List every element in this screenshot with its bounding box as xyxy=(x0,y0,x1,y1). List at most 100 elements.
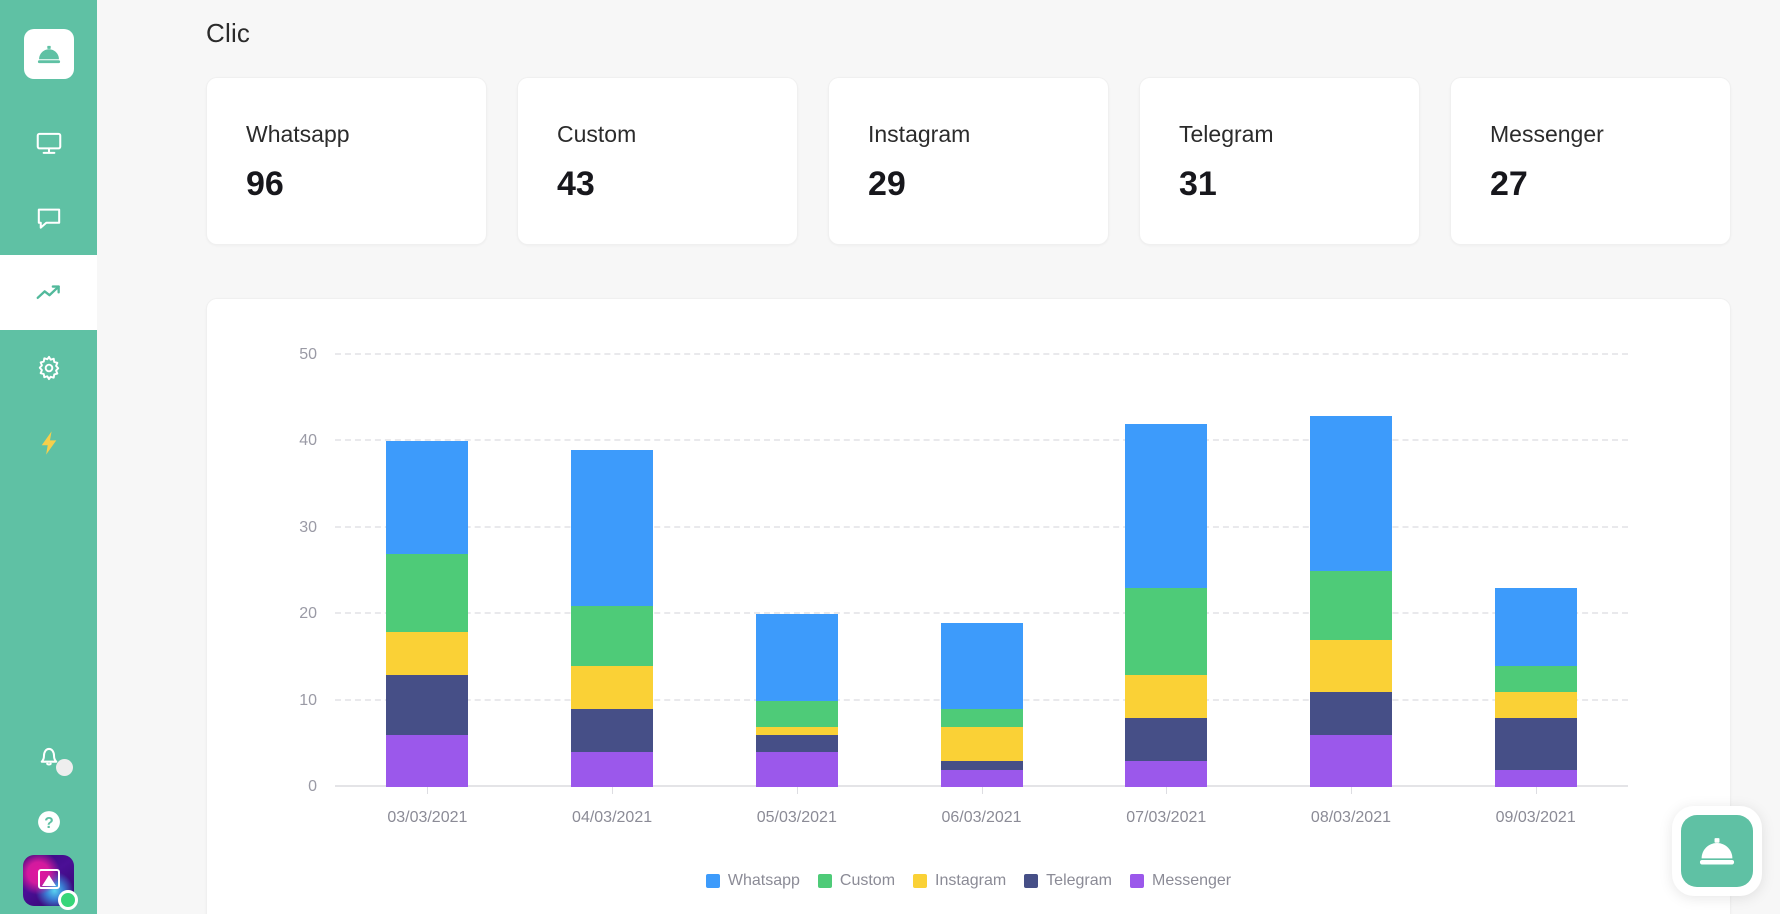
chart-legend-item[interactable]: Custom xyxy=(817,872,896,890)
chart-bar-column[interactable]: 05/03/2021 xyxy=(704,355,889,826)
chart-x-tickmark xyxy=(427,787,429,794)
chart-bars: 03/03/2021 04/03/2021 05/03/2021 06/03/2021… xyxy=(335,355,1628,826)
svg-text:?: ? xyxy=(44,815,53,832)
support-widget-tile xyxy=(1681,815,1753,887)
chart-bar-segment-messenger[interactable] xyxy=(1309,735,1392,787)
chart-bar-segment-instagram[interactable] xyxy=(1125,674,1208,718)
chart-bar-segment-custom[interactable] xyxy=(1494,666,1577,692)
chart-legend-item[interactable]: Whatsapp xyxy=(705,872,800,890)
chart-legend-label: Instagram xyxy=(935,872,1007,889)
service-bell-icon xyxy=(37,45,60,64)
stat-card: Messenger 27 xyxy=(1450,77,1731,245)
chart-legend-item[interactable]: Telegram xyxy=(1024,872,1112,890)
chart-bar-segment-telegram[interactable] xyxy=(571,709,654,753)
chart-card: 0 10 20 30 40 50 03/03/2021 04/03/2021 05/03/202… xyxy=(206,298,1731,914)
app-root: ? Clic Whatsapp 96 Custom 43 Instagram 29 Tele… xyxy=(0,0,1780,914)
chart-bar-segment-whatsapp[interactable] xyxy=(1494,588,1577,667)
chart-bar-segment-telegram[interactable] xyxy=(386,674,469,736)
chart-bar-segment-whatsapp[interactable] xyxy=(755,614,838,701)
chart-bar-segment-whatsapp[interactable] xyxy=(571,450,654,606)
chart-bar-column[interactable]: 08/03/2021 xyxy=(1259,355,1444,826)
sidebar-item-notifications[interactable] xyxy=(0,723,97,789)
sidebar-item-automation[interactable] xyxy=(0,405,97,480)
chart-legend-item[interactable]: Messenger xyxy=(1129,872,1231,890)
chart-bar-segment-telegram[interactable] xyxy=(1309,691,1392,736)
chart-bar-column[interactable]: 04/03/2021 xyxy=(520,355,705,826)
chart-bar-segment-messenger[interactable] xyxy=(1494,769,1577,787)
chart-bar-segment-whatsapp[interactable] xyxy=(386,441,469,554)
chart-bar-column[interactable]: 09/03/2021 xyxy=(1443,355,1628,826)
chart-x-tickmark xyxy=(1166,787,1168,794)
chart-bar-segment-instagram[interactable] xyxy=(571,666,654,710)
chart-x-tick-label: 06/03/2021 xyxy=(941,809,1022,826)
chart-bar-segment-instagram[interactable] xyxy=(386,631,469,675)
stat-card-value: 96 xyxy=(246,165,284,203)
chart-x-tickmark xyxy=(1350,787,1352,794)
service-bell-icon xyxy=(1699,838,1735,865)
chart-bar-segment-telegram[interactable] xyxy=(1125,717,1208,762)
sidebar-item-chat[interactable] xyxy=(0,180,97,255)
chart-bar-column[interactable]: 07/03/2021 xyxy=(1074,355,1259,826)
page-title: Clic xyxy=(206,18,251,48)
question-circle-icon: ? xyxy=(37,811,60,833)
chat-bubble-icon xyxy=(37,208,60,229)
stat-card-label: Messenger xyxy=(1490,121,1604,147)
chart-plot-area: 0 10 20 30 40 50 03/03/2021 04/03/2021 05/03/202… xyxy=(299,346,1628,826)
chart-bar-segment-messenger[interactable] xyxy=(571,752,654,787)
chart-bar-segment-custom[interactable] xyxy=(1125,588,1208,675)
chart-legend-swatch xyxy=(705,874,720,888)
chart-bar-segment-instagram[interactable] xyxy=(1494,692,1577,718)
stat-cards-row: Whatsapp 96 Custom 43 Instagram 29 Telegram 31 M… xyxy=(206,77,1731,245)
chart-legend-swatch xyxy=(1024,874,1039,888)
chart-bar-segment-instagram[interactable] xyxy=(755,726,838,736)
stat-card-label: Instagram xyxy=(868,121,971,147)
chart-bar-segment-messenger[interactable] xyxy=(386,735,469,787)
stat-card-value: 31 xyxy=(1179,165,1217,203)
support-widget-button[interactable] xyxy=(1672,806,1762,896)
sidebar-item-help[interactable]: ? xyxy=(0,789,97,855)
sidebar-nav xyxy=(0,105,97,480)
stat-card-label: Custom xyxy=(557,121,637,147)
chart-bar-segment-telegram[interactable] xyxy=(755,735,838,753)
chart-bar-segment-instagram[interactable] xyxy=(1309,640,1392,692)
chart-bar-column[interactable]: 03/03/2021 xyxy=(335,355,520,826)
main-content: Clic Whatsapp 96 Custom 43 Instagram 29 Telegr… xyxy=(97,0,1780,914)
chart-legend-item[interactable]: Instagram xyxy=(913,872,1006,890)
chart-bar-stack xyxy=(940,622,1023,787)
chart-bar-segment-custom[interactable] xyxy=(571,605,654,667)
chart-bar-segment-telegram[interactable] xyxy=(1494,717,1577,770)
stat-card: Whatsapp 96 xyxy=(206,77,487,245)
sidebar-item-settings[interactable] xyxy=(0,330,97,405)
chart-bar-segment-custom[interactable] xyxy=(1309,571,1392,641)
chart-bar-segment-custom[interactable] xyxy=(940,709,1023,727)
chart-legend-label: Whatsapp xyxy=(727,872,800,889)
chart-bar-segment-telegram[interactable] xyxy=(940,761,1023,770)
chart-bar-stack xyxy=(755,614,838,787)
chart-x-tickmark xyxy=(1535,787,1537,794)
app-logo[interactable] xyxy=(23,29,74,79)
lightning-bolt-icon xyxy=(41,430,56,455)
chart-bar-segment-whatsapp[interactable] xyxy=(1125,424,1208,589)
chart-plot-wrapper: 0 10 20 30 40 50 03/03/2021 04/03/2021 05/03/202… xyxy=(207,299,1730,914)
chart-bar-segment-custom[interactable] xyxy=(755,700,838,727)
chart-bar-segment-messenger[interactable] xyxy=(1125,761,1208,787)
chart-bar-stack xyxy=(386,441,469,787)
trending-up-icon xyxy=(36,284,60,299)
sidebar-item-analytics[interactable] xyxy=(0,255,97,330)
chart-x-tickmark xyxy=(796,787,798,794)
avatar[interactable] xyxy=(23,855,78,910)
chart-bar-column[interactable]: 06/03/2021 xyxy=(889,355,1074,826)
chart-bar-segment-messenger[interactable] xyxy=(940,769,1023,787)
chart-legend-label: Custom xyxy=(839,872,896,889)
chart-bar-segment-custom[interactable] xyxy=(386,553,469,632)
chart-bar-segment-whatsapp[interactable] xyxy=(940,622,1023,710)
chart-x-tick-label: 05/03/2021 xyxy=(756,809,837,826)
chart-y-tick-label: 0 xyxy=(308,778,317,795)
chart-x-tick-label: 07/03/2021 xyxy=(1126,809,1207,826)
chart-bar-segment-whatsapp[interactable] xyxy=(1309,415,1392,572)
chart-x-tick-label: 08/03/2021 xyxy=(1310,809,1391,826)
sidebar-item-display[interactable] xyxy=(0,105,97,180)
chart-bar-segment-instagram[interactable] xyxy=(940,726,1023,762)
sidebar-bottom: ? xyxy=(0,723,97,914)
chart-bar-segment-messenger[interactable] xyxy=(755,752,838,787)
